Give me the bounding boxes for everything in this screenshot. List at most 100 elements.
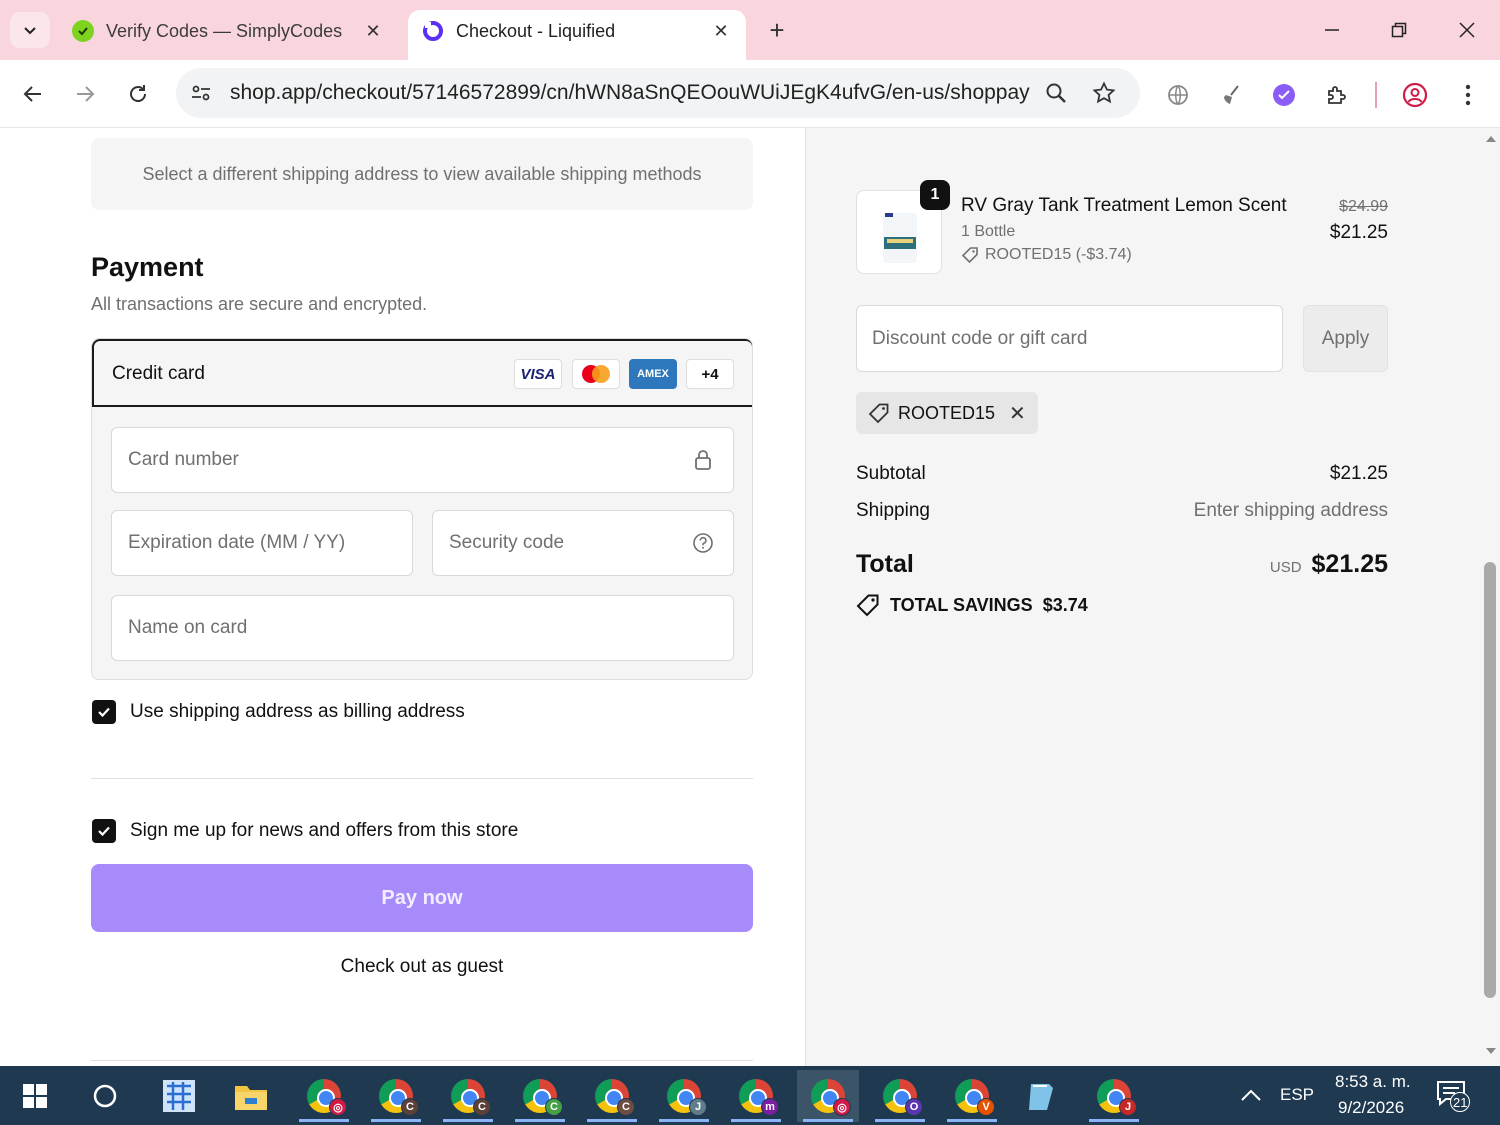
running-indicator	[515, 1119, 565, 1122]
tray-chevron-up-icon[interactable]	[1240, 1088, 1262, 1102]
remove-discount-icon[interactable]: ✕	[1009, 401, 1026, 426]
running-indicator	[1089, 1119, 1139, 1122]
product-discount-text: ROOTED15 (-$3.74)	[985, 246, 1132, 263]
billing-address-checkbox-row[interactable]: Use shipping address as billing address	[92, 700, 465, 724]
notification-count: 21	[1450, 1092, 1471, 1112]
scroll-up-icon[interactable]	[1485, 134, 1497, 144]
apply-button[interactable]: Apply	[1303, 305, 1388, 372]
address-bar[interactable]: shop.app/checkout/57146572899/cn/hWN8aSn…	[176, 68, 1140, 118]
file-explorer-app[interactable]	[220, 1070, 282, 1122]
newsletter-checkbox-row[interactable]: Sign me up for news and offers from this…	[92, 819, 518, 843]
search-button[interactable]	[74, 1070, 136, 1122]
name-on-card-field[interactable]: Name on card	[111, 595, 734, 661]
expiration-date-field[interactable]: Expiration date (MM / YY)	[111, 510, 413, 576]
expiration-placeholder: Expiration date (MM / YY)	[128, 532, 346, 553]
globe-extension-icon[interactable]	[1163, 80, 1193, 110]
running-indicator	[731, 1119, 781, 1122]
tab-simplycodes[interactable]: Verify Codes — SimplyCodes ✕	[58, 10, 398, 60]
shipping-label: Shipping	[856, 500, 930, 521]
task-view-app[interactable]	[148, 1070, 210, 1122]
running-indicator	[803, 1119, 853, 1122]
tab-search-button[interactable]	[10, 12, 50, 48]
restore-button[interactable]	[1377, 14, 1421, 46]
profile-badge: J	[1119, 1098, 1137, 1116]
payment-title: Payment	[91, 252, 204, 282]
tag-icon	[856, 594, 879, 617]
security-code-field[interactable]: Security code	[432, 510, 734, 576]
product-price: $21.25	[1329, 222, 1388, 243]
running-indicator	[443, 1119, 493, 1122]
search-circle-icon	[93, 1084, 117, 1108]
total-savings: TOTAL SAVINGS $3.74	[856, 593, 1088, 617]
simplycodes-icon	[72, 20, 94, 42]
broom-extension-icon[interactable]	[1217, 80, 1247, 110]
amex-icon: AMEX	[629, 359, 677, 389]
profile-badge: C	[473, 1098, 491, 1116]
back-button[interactable]	[13, 74, 53, 114]
total-label: Total	[856, 550, 914, 578]
clock-date[interactable]: 9/2/2026	[1338, 1098, 1404, 1118]
more-brands-label: +4	[701, 365, 719, 383]
savings-label: TOTAL SAVINGS	[890, 594, 1033, 615]
profile-badge: ◎	[329, 1098, 347, 1116]
start-button[interactable]	[4, 1070, 66, 1122]
help-circle-icon[interactable]	[691, 531, 715, 555]
lock-icon	[691, 448, 715, 472]
tag-icon	[961, 247, 978, 264]
checkout-as-guest-link[interactable]: Check out as guest	[91, 956, 753, 978]
chrome-taskbar-item-3[interactable]: C	[437, 1070, 499, 1122]
billing-address-label: Use shipping address as billing address	[130, 701, 465, 722]
security-code-placeholder: Security code	[449, 532, 565, 553]
purple-extension-icon[interactable]	[1269, 80, 1299, 110]
minimize-button[interactable]	[1310, 14, 1354, 46]
checkbox-checked-icon[interactable]	[92, 700, 116, 724]
total-value: $21.25	[1311, 550, 1388, 578]
scroll-down-icon[interactable]	[1485, 1046, 1497, 1056]
extensions-puzzle-icon[interactable]	[1322, 80, 1352, 110]
chrome-taskbar-item-9[interactable]: O	[869, 1070, 931, 1122]
tab-title: Checkout - Liquified	[456, 20, 616, 41]
forward-button[interactable]	[65, 74, 105, 114]
clock-time[interactable]: 8:53 a. m.	[1335, 1072, 1411, 1092]
new-tab-button[interactable]: +	[762, 16, 792, 46]
browser-toolbar: shop.app/checkout/57146572899/cn/hWN8aSn…	[0, 60, 1500, 128]
card-number-field[interactable]: Card number	[111, 427, 734, 493]
url-text[interactable]: shop.app/checkout/57146572899/cn/hWN8aSn…	[230, 81, 1030, 105]
order-summary: 1 RV Gray Tank Treatment Lemon Scent 1 B…	[806, 128, 1482, 1066]
chrome-taskbar-item-10[interactable]: V	[941, 1070, 1003, 1122]
name-on-card-placeholder: Name on card	[128, 617, 248, 638]
chrome-taskbar-item-7[interactable]: m	[725, 1070, 787, 1122]
pay-now-button[interactable]: Pay now	[91, 864, 753, 932]
reload-button[interactable]	[118, 74, 158, 114]
chrome-taskbar-item-5[interactable]: C	[581, 1070, 643, 1122]
scroll-thumb[interactable]	[1484, 562, 1496, 998]
chrome-taskbar-item-11[interactable]: J	[1083, 1070, 1145, 1122]
close-tab-icon[interactable]: ✕	[710, 20, 732, 42]
bookmark-star-icon[interactable]	[1090, 79, 1118, 107]
discount-code-input[interactable]: Discount code or gift card	[856, 305, 1283, 372]
site-settings-icon[interactable]	[188, 80, 214, 106]
chrome-taskbar-item-6[interactable]: J	[653, 1070, 715, 1122]
tab-checkout[interactable]: Checkout - Liquified ✕	[408, 10, 746, 60]
credit-card-label: Credit card	[112, 363, 205, 384]
chrome-taskbar-item-8[interactable]: ◎	[797, 1070, 859, 1122]
credit-card-option[interactable]: Credit card VISA AMEX +4	[92, 339, 752, 407]
chrome-taskbar-item-1[interactable]: ◎	[293, 1070, 355, 1122]
checkbox-checked-icon[interactable]	[92, 819, 116, 843]
close-window-button[interactable]	[1445, 14, 1489, 46]
chrome-taskbar-item-2[interactable]: C	[365, 1070, 427, 1122]
profile-avatar-icon[interactable]	[1400, 80, 1430, 110]
chrome-taskbar-item-4[interactable]: C	[509, 1070, 571, 1122]
language-indicator[interactable]: ESP	[1280, 1085, 1314, 1105]
notification-center-button[interactable]: 21	[1436, 1080, 1476, 1114]
notepad-app[interactable]	[1010, 1070, 1072, 1122]
chevron-down-icon	[24, 27, 36, 35]
close-tab-icon[interactable]: ✕	[362, 20, 384, 42]
menu-kebab-icon[interactable]	[1453, 80, 1483, 110]
profile-badge: J	[689, 1098, 707, 1116]
close-icon	[1459, 22, 1475, 38]
shipping-notice: Select a different shipping address to v…	[91, 138, 753, 210]
applied-discount-chip: ROOTED15 ✕	[856, 392, 1038, 434]
zoom-icon[interactable]	[1042, 79, 1070, 107]
visa-icon: VISA	[514, 359, 562, 389]
